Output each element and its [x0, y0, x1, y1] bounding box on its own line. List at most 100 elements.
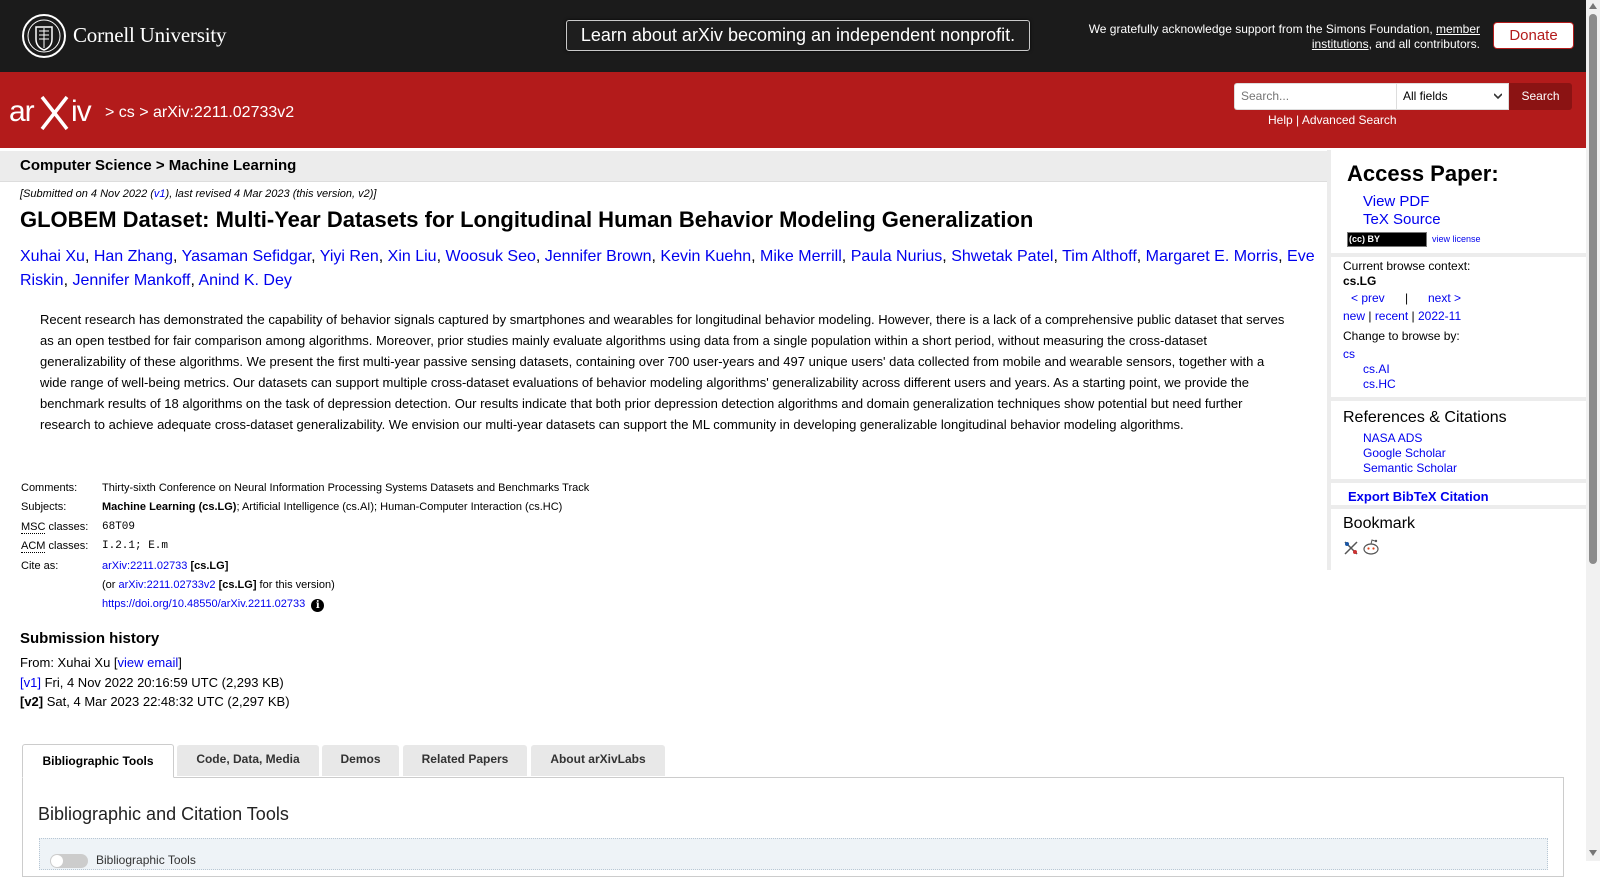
- help-link[interactable]: Help: [1268, 113, 1293, 127]
- breadcrumb-separator: >: [134, 104, 154, 121]
- dateline-prefix: [Submitted on 4 Nov 2022 (: [20, 188, 154, 200]
- reddit-icon[interactable]: [1362, 538, 1380, 556]
- comments-row: Comments: Thirty-sixth Conference on Neu…: [18, 478, 592, 498]
- author-link[interactable]: Xin Liu: [388, 248, 437, 265]
- nasa-ads-link[interactable]: NASA ADS: [1363, 431, 1422, 445]
- cite-version-row: (or arXiv:2211.02733v2 [cs.LG] for this …: [18, 576, 592, 596]
- view-license-link[interactable]: view license: [1432, 234, 1481, 244]
- cornell-university-wordmark[interactable]: Cornell University: [73, 23, 226, 48]
- browse-cs-ai-link[interactable]: cs.AI: [1363, 362, 1390, 376]
- next-link[interactable]: next >: [1428, 291, 1461, 305]
- author-list: Xuhai Xu, Han Zhang, Yasaman Sefidgar, Y…: [20, 248, 1315, 289]
- author-link[interactable]: Jennifer Mankoff: [72, 272, 190, 289]
- tab-code-data-media[interactable]: Code, Data, Media: [177, 745, 319, 776]
- dateline-v1-link[interactable]: v1: [154, 188, 166, 200]
- author-link[interactable]: Kevin Kuehn: [660, 248, 751, 265]
- cite-label: Cite as:: [21, 559, 59, 572]
- author-link[interactable]: Han Zhang: [94, 248, 173, 265]
- recent-link[interactable]: recent: [1375, 309, 1408, 323]
- cite-version-link[interactable]: arXiv:2211.02733v2: [119, 579, 216, 591]
- cc-by-badge-label: (cc) BY: [1349, 234, 1381, 244]
- cite-for-version: for this version): [256, 579, 335, 592]
- nonprofit-announcement-button[interactable]: Learn about arXiv becoming an independen…: [566, 20, 1030, 51]
- classes-word: classes:: [45, 520, 89, 533]
- tab-bibliographic-tools[interactable]: Bibliographic Tools: [22, 744, 174, 778]
- history-from-prefix: From: Xuhai Xu [: [20, 655, 118, 670]
- cite-row: Cite as: arXiv:2211.02733 [cs.LG]: [18, 556, 592, 576]
- history-from: From: Xuhai Xu [view email]: [20, 653, 290, 673]
- arxiv-logo[interactable]: ar iv: [9, 91, 101, 133]
- author-link[interactable]: Anind K. Dey: [198, 272, 291, 289]
- change-browse-label: Change to browse by:: [1343, 329, 1460, 343]
- donate-button[interactable]: Donate: [1493, 22, 1574, 49]
- svg-text:iv: iv: [71, 95, 92, 128]
- new-link[interactable]: new: [1343, 309, 1365, 323]
- history-v1-link[interactable]: [v1]: [20, 675, 41, 690]
- doi-link[interactable]: https://doi.org/10.48550/arXiv.2211.0273…: [102, 598, 305, 610]
- author-link[interactable]: Xuhai Xu: [20, 248, 85, 265]
- msc-label: MSC classes:: [18, 517, 99, 537]
- submission-dateline: [Submitted on 4 Nov 2022 (v1), last revi…: [20, 188, 376, 200]
- acm-label: ACM classes:: [18, 537, 99, 557]
- tab-demos[interactable]: Demos: [322, 745, 399, 776]
- prev-link[interactable]: < prev: [1351, 291, 1385, 305]
- scroll-up-arrow-icon[interactable]: [1589, 3, 1597, 9]
- google-scholar-link[interactable]: Google Scholar: [1363, 446, 1446, 460]
- sidebar-divider: [1331, 479, 1586, 483]
- scroll-down-arrow-icon[interactable]: [1589, 850, 1597, 856]
- tex-source-link[interactable]: TeX Source: [1363, 211, 1441, 228]
- tab-related-papers[interactable]: Related Papers: [403, 745, 527, 776]
- bibsonomy-icon[interactable]: [1343, 540, 1359, 556]
- browse-context-value: cs.LG: [1343, 274, 1377, 288]
- prev-next-separator: |: [1405, 291, 1409, 305]
- breadcrumb-paper-id: arXiv:2211.02733v2: [153, 104, 295, 121]
- subject-header: Computer Science > Machine Learning: [20, 157, 297, 174]
- view-pdf-link[interactable]: View PDF: [1363, 193, 1429, 210]
- author-link[interactable]: Margaret E. Morris: [1146, 248, 1278, 265]
- support-suffix: , and all contributors.: [1368, 36, 1480, 51]
- msc-abbr: MSC: [21, 520, 46, 534]
- support-acknowledgement: We gratefully acknowledge support from t…: [1080, 22, 1480, 51]
- author-link[interactable]: Yiyi Ren: [320, 248, 379, 265]
- subjects-value: Machine Learning (cs.LG); Artificial Int…: [99, 498, 592, 518]
- search-button[interactable]: Search: [1509, 83, 1572, 110]
- search-input[interactable]: Search...: [1234, 83, 1396, 110]
- scrollbar-thumb[interactable]: [1589, 14, 1597, 564]
- author-link[interactable]: Tim Althoff: [1062, 248, 1137, 265]
- semantic-scholar-link[interactable]: Semantic Scholar: [1363, 461, 1457, 475]
- author-link[interactable]: Jennifer Brown: [545, 248, 652, 265]
- tab-about-arxivlabs[interactable]: About arXivLabs: [531, 745, 665, 776]
- breadcrumb-cs-link[interactable]: cs: [119, 104, 135, 121]
- author-link[interactable]: Paula Nurius: [851, 248, 943, 265]
- svg-text:ar: ar: [9, 95, 35, 128]
- browse-context-label: Current browse context:: [1343, 259, 1471, 273]
- history-v2-details: Sat, 4 Mar 2023 22:48:32 UTC (2,297 KB): [43, 694, 290, 709]
- sidebar-divider: [1331, 253, 1586, 257]
- export-bibtex-link[interactable]: Export BibTeX Citation: [1348, 489, 1489, 504]
- cite-arxiv-link[interactable]: arXiv:2211.02733: [102, 560, 187, 572]
- author-link[interactable]: Mike Merrill: [760, 248, 842, 265]
- view-email-link[interactable]: view email: [118, 655, 179, 670]
- abstract: Recent research has demonstrated the cap…: [40, 312, 1285, 432]
- advanced-search-link[interactable]: Advanced Search: [1302, 113, 1397, 127]
- bibliographic-tools-title: Bibliographic and Citation Tools: [38, 804, 289, 824]
- author-link[interactable]: Woosuk Seo: [445, 248, 535, 265]
- month-link[interactable]: 2022-11: [1418, 309, 1461, 323]
- acm-value: I.2.1; E.m: [102, 540, 169, 553]
- browse-cs-link[interactable]: cs: [1343, 347, 1355, 361]
- author-link[interactable]: Yasaman Sefidgar: [182, 248, 312, 265]
- history-v2: [v2] Sat, 4 Mar 2023 22:48:32 UTC (2,297…: [20, 692, 290, 712]
- info-icon[interactable]: i: [311, 598, 325, 612]
- history-v1: [v1] Fri, 4 Nov 2022 20:16:59 UTC (2,293…: [20, 673, 290, 693]
- toggle-label: Bibliographic Tools: [96, 853, 196, 867]
- cornell-seal-logo[interactable]: [22, 13, 66, 59]
- submission-history-title: Submission history: [20, 630, 160, 647]
- history-v1-details: Fri, 4 Nov 2022 20:16:59 UTC (2,293 KB): [40, 674, 284, 690]
- search-field-select[interactable]: All fields: [1396, 83, 1509, 110]
- bibliographic-explorer-toggle[interactable]: [50, 854, 88, 868]
- author-link[interactable]: Shwetak Patel: [951, 248, 1053, 265]
- acm-abbr: ACM: [21, 540, 46, 554]
- browse-cs-hc-link[interactable]: cs.HC: [1363, 377, 1396, 391]
- subjects-label: Subjects:: [21, 501, 67, 514]
- search-field-value: All fields: [1403, 89, 1448, 103]
